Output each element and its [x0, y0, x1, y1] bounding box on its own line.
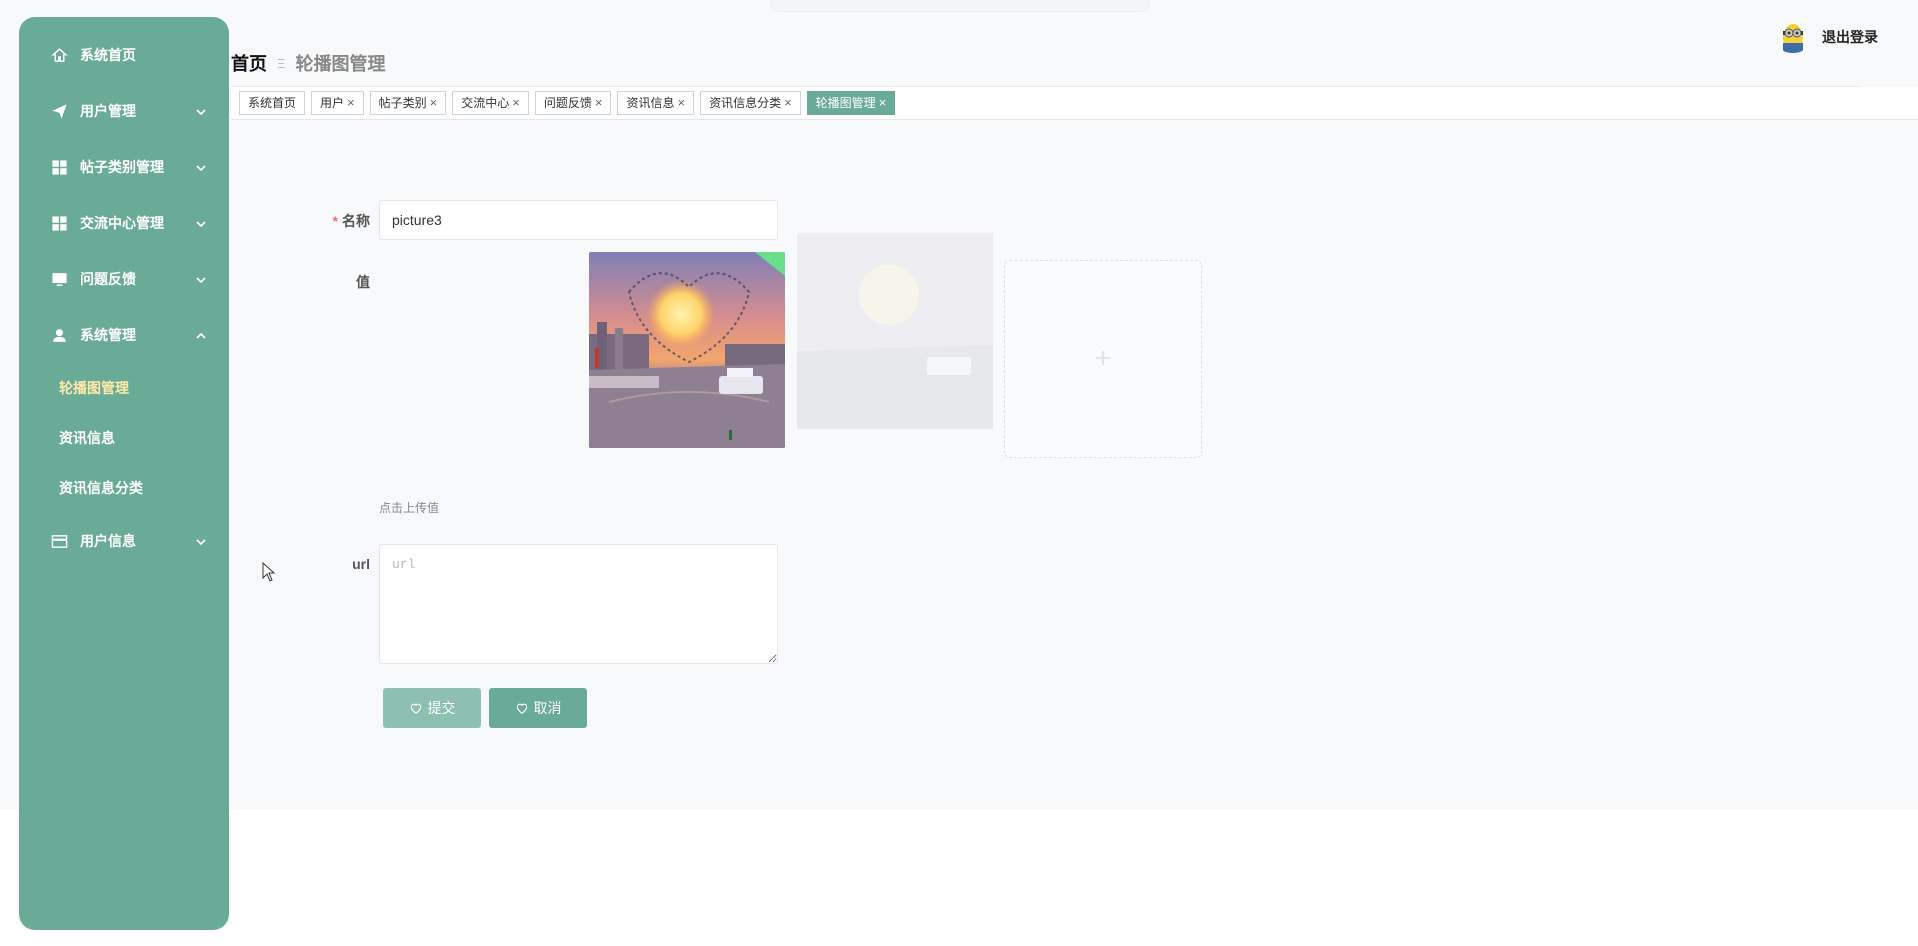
url-textarea[interactable] — [379, 544, 778, 664]
grid-icon — [50, 158, 68, 176]
tag-home[interactable]: 系统首页 — [239, 91, 306, 115]
tag-label: 帖子类别 — [378, 96, 427, 110]
breadcrumb-current: 轮播图管理 — [295, 54, 386, 74]
sidebar-subitem-news[interactable]: 资讯信息 — [19, 413, 229, 463]
chevron-up-icon — [195, 329, 207, 341]
sidebar-subitem-carousel[interactable]: 轮播图管理 — [19, 363, 229, 413]
heart-icon — [516, 703, 527, 714]
sidebar-subitem-news-category[interactable]: 资讯信息分类 — [19, 463, 229, 513]
chevron-down-icon — [195, 535, 207, 547]
close-icon[interactable]: × — [677, 92, 685, 114]
name-input[interactable] — [379, 200, 778, 240]
submenu-label: 轮播图管理 — [59, 380, 129, 396]
tag-exchange-center[interactable]: 交流中心 × — [452, 91, 529, 115]
tag-label: 资讯信息 — [626, 96, 675, 110]
sidebar-item-label: 系统管理 — [80, 327, 136, 343]
sidebar: 系统首页 用户管理 帖子类别管理 交流中心管理 问题反馈 系统管理 轮播图管理 … — [19, 17, 229, 930]
cancel-label: 取消 — [533, 700, 562, 716]
tag-carousel[interactable]: 轮播图管理 × — [806, 91, 896, 115]
close-icon[interactable]: × — [347, 92, 355, 114]
tag-label: 系统首页 — [248, 96, 297, 110]
value-label: 值 — [356, 274, 370, 290]
sidebar-item-user-management[interactable]: 用户管理 — [19, 83, 229, 139]
sidebar-item-label: 用户管理 — [80, 103, 136, 119]
tag-label: 问题反馈 — [543, 96, 592, 110]
sidebar-item-label: 问题反馈 — [80, 271, 136, 287]
sidebar-item-label: 交流中心管理 — [80, 215, 164, 231]
breadcrumb: 首页 Ξ 轮播图管理 — [231, 50, 385, 76]
monitor-icon — [50, 270, 68, 288]
header-user-area: 退出登录 — [1778, 21, 1878, 53]
avatar — [1783, 24, 1803, 53]
tag-label: 轮播图管理 — [815, 96, 876, 110]
tag-post-category[interactable]: 帖子类别 × — [369, 91, 447, 115]
mouse-cursor-icon — [262, 562, 276, 582]
chevron-down-icon — [195, 105, 207, 117]
tag-feedback[interactable]: 问题反馈 × — [534, 91, 612, 115]
sidebar-item-exchange-center[interactable]: 交流中心管理 — [19, 195, 229, 251]
chevron-down-icon — [195, 161, 207, 173]
close-icon[interactable]: × — [595, 92, 603, 114]
submit-button[interactable]: 提交 — [383, 688, 481, 728]
tag-news[interactable]: 资讯信息 × — [617, 91, 695, 115]
sidebar-item-system-management[interactable]: 系统管理 — [19, 307, 229, 363]
sidebar-item-label: 帖子类别管理 — [80, 159, 164, 175]
top-overlay-ghost — [770, 0, 1150, 12]
home-icon — [50, 46, 68, 64]
upload-tip: 点击上传值 — [379, 501, 440, 515]
user-icon — [50, 326, 68, 344]
sidebar-item-label: 系统首页 — [80, 47, 136, 63]
sidebar-item-label: 用户信息 — [80, 533, 136, 549]
close-icon[interactable]: × — [512, 92, 520, 114]
card-icon — [50, 532, 68, 550]
breadcrumb-separator: Ξ — [277, 55, 286, 71]
sidebar-item-post-category[interactable]: 帖子类别管理 — [19, 139, 229, 195]
name-label-text: 名称 — [342, 213, 370, 229]
send-icon — [50, 102, 68, 120]
tag-news-category[interactable]: 资讯信息分类 × — [700, 91, 801, 115]
tag-label: 资讯信息分类 — [709, 96, 782, 110]
logout-button[interactable]: 退出登录 — [1822, 27, 1878, 47]
sidebar-item-feedback[interactable]: 问题反馈 — [19, 251, 229, 307]
chevron-down-icon — [195, 217, 207, 229]
plus-icon: + — [1094, 342, 1112, 375]
upload-box[interactable]: + — [1004, 260, 1202, 458]
breadcrumb-home[interactable]: 首页 — [231, 50, 267, 76]
tag-label: 用户 — [320, 96, 345, 110]
sidebar-item-user-info[interactable]: 用户信息 — [19, 513, 229, 569]
cancel-button[interactable]: 取消 — [489, 688, 587, 728]
tag-label: 交流中心 — [461, 96, 510, 110]
tags-bar: 系统首页 用户 × 帖子类别 × 交流中心 × 问题反馈 × 资讯信息 × 资讯信息分类 ×… — [231, 87, 1918, 120]
submit-label: 提交 — [427, 700, 456, 716]
chevron-down-icon — [195, 273, 207, 285]
url-label: url — [352, 556, 370, 572]
sidebar-item-home[interactable]: 系统首页 — [19, 27, 229, 83]
drag-preview-image — [797, 233, 993, 429]
close-icon[interactable]: × — [879, 92, 887, 114]
submenu-label: 资讯信息分类 — [59, 480, 143, 496]
tag-user[interactable]: 用户 × — [311, 91, 364, 115]
close-icon[interactable]: × — [784, 92, 792, 114]
grid-icon — [50, 214, 68, 232]
uploaded-image[interactable] — [589, 252, 785, 448]
name-label: * 名称 — [230, 211, 370, 231]
required-mark: * — [332, 213, 338, 229]
close-icon[interactable]: × — [430, 92, 438, 114]
heart-icon — [410, 703, 421, 714]
submenu-label: 资讯信息 — [59, 430, 115, 446]
